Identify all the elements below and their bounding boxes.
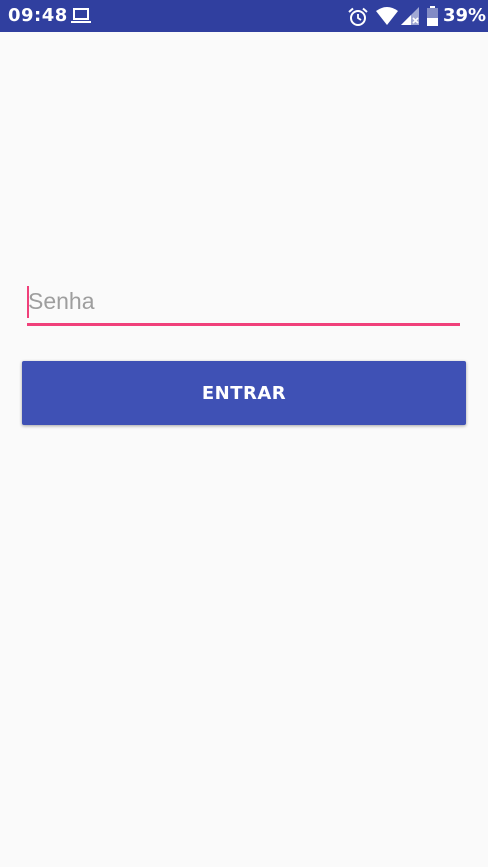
enter-button[interactable]: ENTRAR — [22, 361, 466, 425]
status-time: 09:48 — [8, 5, 68, 26]
password-placeholder: Senha — [28, 288, 95, 314]
password-field[interactable]: Senha — [27, 282, 460, 326]
alarm-icon — [348, 7, 368, 26]
battery-percent: 39% — [443, 5, 487, 26]
status-bar: 09:48 39% — [0, 0, 488, 32]
signal-icon — [401, 7, 419, 25]
wifi-icon — [376, 7, 398, 25]
battery-icon — [427, 6, 438, 26]
laptop-icon — [71, 8, 91, 23]
